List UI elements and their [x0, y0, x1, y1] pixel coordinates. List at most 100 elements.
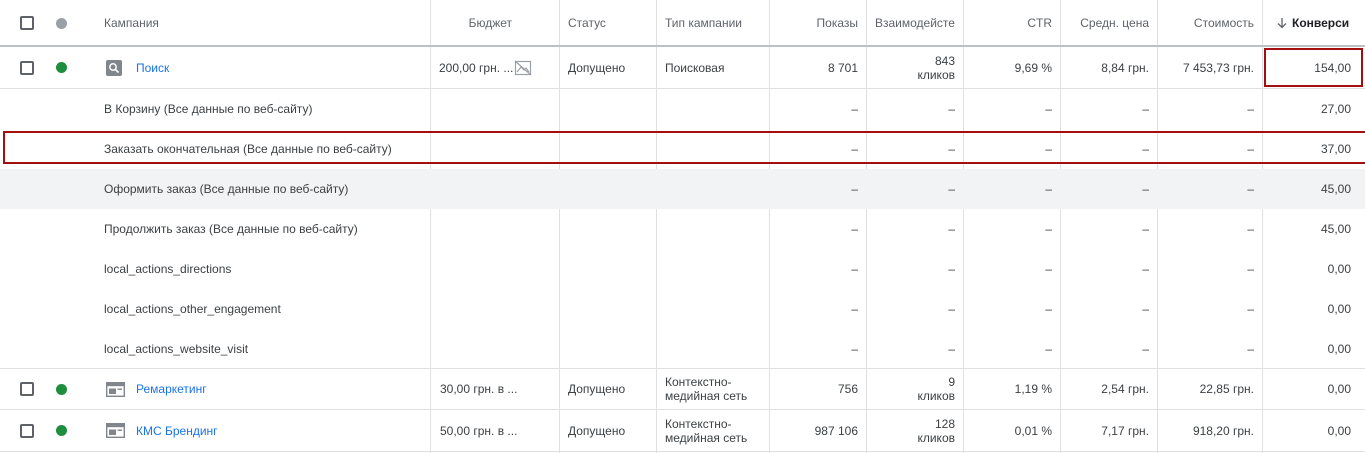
- impressions-dash: –: [851, 262, 858, 276]
- impressions: 756: [837, 382, 858, 396]
- status-text: Допущено: [568, 382, 626, 396]
- impressions-dash: –: [851, 302, 858, 316]
- interactions: 9 кликов: [917, 375, 955, 403]
- impressions-dash: –: [851, 222, 858, 236]
- conversion-subrow: Оформить заказ (Все данные по веб-сайту)…: [0, 169, 1365, 209]
- conversion-action-name: В Корзину (Все данные по веб-сайту): [104, 102, 313, 116]
- table-header: Кампания Бюджет Статус Тип кампании Пока…: [0, 0, 1365, 46]
- table-row[interactable]: Поиск 200,00 грн. ... Допущено Поисковая…: [0, 47, 1365, 88]
- table-row[interactable]: Ремаркетинг 30,00 грн. в ... Допущено Ко…: [0, 369, 1365, 409]
- interactions-dash: –: [948, 222, 955, 236]
- impressions-dash: –: [851, 342, 858, 356]
- cost-dash: –: [1247, 342, 1254, 356]
- cost-dash: –: [1247, 262, 1254, 276]
- search-campaign-icon: [106, 47, 126, 88]
- budget-value[interactable]: 50,00 грн. в ...: [440, 410, 550, 451]
- no-image-icon[interactable]: [514, 47, 534, 88]
- column-header-type[interactable]: Тип кампании: [665, 0, 765, 46]
- status-filter-icon[interactable]: [56, 0, 70, 46]
- row-checkbox[interactable]: [20, 47, 40, 88]
- column-header-interactions[interactable]: Взаимодейсте: [875, 0, 959, 46]
- conversions: 0,00: [1327, 342, 1351, 356]
- conversion-subrow: local_actions_website_visit – – – – – 0,00: [0, 329, 1365, 369]
- ctr: 9,69 %: [1014, 60, 1052, 75]
- avg-cost-dash: –: [1142, 102, 1149, 116]
- column-header-status[interactable]: Статус: [568, 0, 653, 46]
- column-header-ctr[interactable]: CTR: [964, 0, 1052, 46]
- ctr: 1,19 %: [1014, 382, 1052, 396]
- conversions: 0,00: [1327, 423, 1351, 438]
- column-header-cost[interactable]: Стоимость: [1158, 0, 1254, 46]
- conversion-subrow: Продолжить заказ (Все данные по веб-сайт…: [0, 209, 1365, 249]
- cost: 7 453,73 грн.: [1182, 60, 1254, 75]
- avg-cost-dash: –: [1142, 302, 1149, 316]
- conversion-action-name: local_actions_other_engagement: [104, 302, 281, 316]
- conversion-subrow: В Корзину (Все данные по веб-сайту) – – – – –…: [0, 89, 1365, 129]
- ctr-dash: –: [1045, 262, 1052, 276]
- campaign-type: Контекстно- медийная сеть: [665, 375, 748, 403]
- conversion-action-name: Продолжить заказ (Все данные по веб-сайт…: [104, 222, 358, 236]
- row-checkbox[interactable]: [20, 410, 40, 451]
- conversions: 0,00: [1327, 262, 1351, 276]
- avg-cost-dash: –: [1142, 222, 1149, 236]
- cost-dash: –: [1247, 222, 1254, 236]
- cost-dash: –: [1247, 182, 1254, 196]
- cost: 918,20 грн.: [1192, 423, 1254, 438]
- cost: 22,85 грн.: [1199, 382, 1254, 396]
- status-dot-enabled[interactable]: [56, 47, 70, 88]
- campaign-name-link[interactable]: Поиск: [136, 47, 416, 88]
- status-text: Допущено: [568, 60, 626, 75]
- interactions-dash: –: [948, 262, 955, 276]
- arrow-down-icon: [1277, 18, 1287, 29]
- column-header-campaign[interactable]: Кампания: [104, 0, 424, 46]
- column-header-conversions[interactable]: Конверси: [1276, 0, 1365, 46]
- avg-cost: 8,84 грн.: [1101, 60, 1149, 75]
- cost-dash: –: [1247, 302, 1254, 316]
- impressions: 8 701: [827, 60, 858, 75]
- status-text: Допущено: [568, 423, 626, 438]
- ctr-dash: –: [1045, 222, 1052, 236]
- highlight-box-conversions: [1264, 48, 1363, 87]
- ctr-dash: –: [1045, 102, 1052, 116]
- interactions-dash: –: [948, 182, 955, 196]
- ctr: 0,01 %: [1014, 423, 1052, 438]
- column-header-budget[interactable]: Бюджет: [430, 0, 512, 46]
- column-header-impressions[interactable]: Показы: [770, 0, 858, 46]
- campaign-type: Поисковая: [665, 60, 725, 75]
- conversions: 27,00: [1320, 102, 1351, 116]
- highlight-box-row: [3, 131, 1365, 164]
- conversion-subrow: local_actions_directions – – – – – 0,00: [0, 249, 1365, 289]
- interactions-dash: –: [948, 302, 955, 316]
- budget-value[interactable]: 30,00 грн. в ...: [440, 369, 550, 409]
- conversion-action-name: Оформить заказ (Все данные по веб-сайту): [104, 182, 349, 196]
- campaign-name-link[interactable]: КМС Брендинг: [136, 410, 416, 451]
- status-dot-enabled[interactable]: [56, 410, 70, 451]
- budget-value[interactable]: 200,00 грн. ...: [439, 47, 519, 88]
- ctr-dash: –: [1045, 342, 1052, 356]
- row-checkbox[interactable]: [20, 369, 40, 409]
- ctr-dash: –: [1045, 182, 1052, 196]
- conversions: 0,00: [1327, 382, 1351, 396]
- display-campaign-icon: [106, 410, 128, 451]
- avg-cost-dash: –: [1142, 342, 1149, 356]
- status-dot-enabled[interactable]: [56, 369, 70, 409]
- cost-dash: –: [1247, 102, 1254, 116]
- impressions-dash: –: [851, 102, 858, 116]
- conversion-action-name: local_actions_website_visit: [104, 342, 249, 356]
- ctr-dash: –: [1045, 302, 1052, 316]
- conversion-action-name: local_actions_directions: [104, 262, 232, 276]
- conversions: 45,00: [1320, 222, 1351, 236]
- conversions: 45,00: [1320, 182, 1351, 196]
- display-campaign-icon: [106, 369, 128, 409]
- interactions-dash: –: [948, 102, 955, 116]
- column-header-avg-cost[interactable]: Средн. цена: [1061, 0, 1149, 46]
- select-all-checkbox[interactable]: [20, 0, 40, 46]
- table-row[interactable]: КМС Брендинг 50,00 грн. в ... Допущено К…: [0, 410, 1365, 451]
- campaign-name-link[interactable]: Ремаркетинг: [136, 369, 416, 409]
- avg-cost: 2,54 грн.: [1101, 382, 1149, 396]
- conversions: 0,00: [1327, 302, 1351, 316]
- impressions-dash: –: [851, 182, 858, 196]
- interactions: 843 кликов: [917, 53, 955, 82]
- avg-cost-dash: –: [1142, 182, 1149, 196]
- interactions-dash: –: [948, 342, 955, 356]
